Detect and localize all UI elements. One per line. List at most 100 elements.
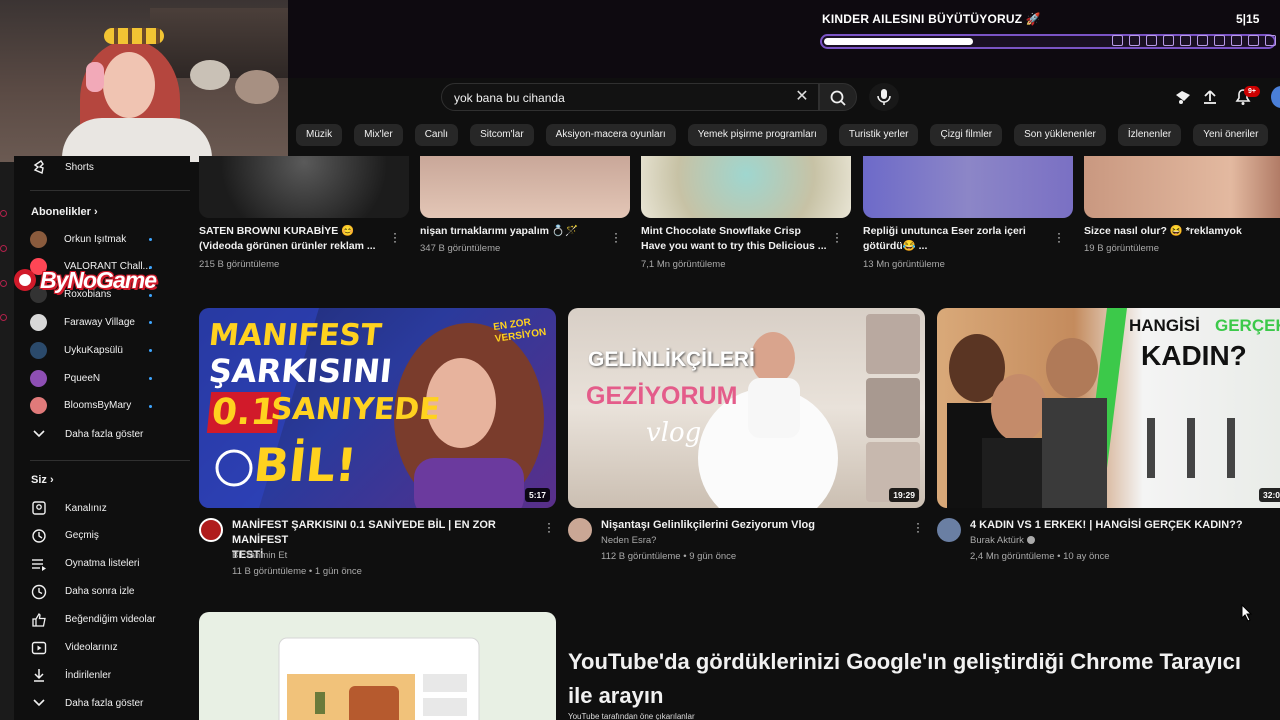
filter-chip[interactable]: Müzik: [296, 124, 343, 146]
download-icon: [30, 667, 48, 683]
sidebar-subscription[interactable]: Faraway Village: [30, 312, 135, 332]
short-thumbnail[interactable]: [420, 156, 630, 218]
sidebar-item-label: Geçmiş: [65, 530, 99, 542]
sidebar-item-shorts[interactable]: Shorts: [30, 157, 94, 177]
short-title[interactable]: Mint Chocolate Snowflake Crisp Have you w…: [641, 224, 831, 254]
search-button[interactable]: [819, 83, 857, 111]
short-title-line: nişan tırnaklarımı yapalım 💍🪄: [420, 225, 579, 237]
cast-icon[interactable]: [1172, 87, 1194, 107]
subscriptions-heading[interactable]: Abonelikler ›: [31, 206, 98, 218]
subscriptions-heading-label: Abonelikler: [31, 206, 91, 218]
thumb-text: SANIYEDE: [269, 392, 442, 427]
upload-icon[interactable]: [1199, 87, 1221, 107]
sidebar-item-thumbs-up[interactable]: Beğendiğim videolar: [30, 610, 156, 630]
sidebar-subscription[interactable]: UykuKapsülü: [30, 340, 123, 360]
filter-chip[interactable]: Mix'ler: [354, 124, 403, 146]
sidebar-item-video[interactable]: Videolarınız: [30, 638, 118, 658]
filter-chip[interactable]: İzlenenler: [1117, 124, 1182, 146]
thumb-text: GEZİYORUM: [586, 382, 738, 410]
filter-chip[interactable]: Yemek pişirme programları: [687, 124, 827, 146]
thumb-text: GERÇEK: [1215, 316, 1280, 335]
filter-chip[interactable]: Sitcom'lar: [470, 124, 534, 146]
playlist-icon: [30, 556, 48, 572]
new-content-dot: [149, 377, 152, 380]
video-title[interactable]: Nişantaşı Gelinlikçilerini Geziyorum Vlo…: [601, 518, 911, 533]
sidebar-item-download[interactable]: İndirilenler: [30, 665, 111, 685]
channel-avatar[interactable]: [199, 518, 223, 542]
you-heading[interactable]: Siz ›: [31, 474, 54, 486]
filter-chip[interactable]: Çizgi filmler: [930, 124, 1003, 146]
search-input[interactable]: yok bana bu cihanda ✕: [441, 83, 819, 111]
filter-chip[interactable]: Son yüklenenler: [1014, 124, 1106, 146]
short-views: 215 B görüntüleme: [199, 259, 280, 270]
sidebar-show-more[interactable]: Daha fazla göster: [30, 424, 143, 444]
sidebar-item-clock[interactable]: Daha sonra izle: [30, 582, 134, 602]
channel-avatar[interactable]: [568, 518, 592, 542]
channel-name[interactable]: Bil Tahmin Et: [232, 550, 287, 561]
short-thumbnail[interactable]: [199, 156, 409, 218]
promo-title[interactable]: YouTube'da gördüklerinizi Google'ın geli…: [568, 645, 1268, 713]
goal-badge-icon: [1112, 35, 1123, 46]
sidebar-item-history[interactable]: Geçmiş: [30, 526, 99, 546]
more-icon[interactable]: · · ·: [546, 517, 552, 537]
filter-chip[interactable]: Aksiyon-macera oyunları: [545, 124, 676, 146]
meta-separator: •: [1054, 551, 1064, 562]
goal-badge-icon: [1265, 35, 1276, 46]
close-icon[interactable]: ✕: [792, 87, 812, 107]
sidebar-subscription[interactable]: PqueeN: [30, 368, 100, 388]
more-icon[interactable]: · · ·: [392, 227, 398, 247]
video-thumbnail[interactable]: GELİNLİKÇİLERİ GEZİYORUM vlog 19:29: [568, 308, 925, 508]
short-title[interactable]: nişan tırnaklarımı yapalım 💍🪄: [420, 224, 610, 239]
short-views: 347 B görüntüleme: [420, 243, 501, 254]
sidebar-item-label: Shorts: [65, 161, 94, 173]
new-content-dot: [149, 349, 152, 353]
short-thumbnail[interactable]: [641, 156, 851, 218]
video-thumbnail[interactable]: HANGİSİ GERÇEK KADIN? 32:0: [937, 308, 1280, 508]
short-title[interactable]: Repliği unutunca Eser zorla içeri götürdü…: [863, 224, 1053, 254]
sidebar-item-chevron-down[interactable]: Daha fazla göster: [30, 693, 143, 713]
verified-icon: [1026, 536, 1035, 545]
short-title[interactable]: Sizce nasıl olur? 😆 *reklamyok: [1084, 224, 1274, 239]
short-title-line: SATEN BROWNI KURABİYE 😊: [199, 225, 355, 237]
sidebar-divider: [30, 190, 190, 191]
search-query[interactable]: yok bana bu cihanda: [454, 91, 565, 105]
short-title-line: Sizce nasıl olur? 😆 *reklamyok: [1084, 225, 1242, 237]
new-content-dot: [149, 321, 152, 325]
channel-name-label: Burak Aktürk: [970, 535, 1024, 546]
promo-thumbnail[interactable]: [199, 612, 556, 720]
sidebar-item-label: BloomsByMary: [64, 400, 132, 412]
thumb-text: BİL!: [251, 438, 360, 492]
short-title[interactable]: SATEN BROWNI KURABİYE 😊 (Videoda görünen …: [199, 224, 389, 254]
video-title-line: MANİFEST ŞARKISINI 0.1 SANİYEDE BİL | EN…: [232, 519, 496, 546]
channel-name[interactable]: Burak Aktürk: [970, 535, 1035, 546]
more-icon[interactable]: · · ·: [613, 227, 619, 247]
channel-name[interactable]: Neden Esra?: [601, 535, 656, 546]
more-icon[interactable]: · · ·: [834, 227, 840, 247]
channel-avatar[interactable]: [937, 518, 961, 542]
sidebar: Shorts Abonelikler › Orkun Işıtmak VALORA…: [14, 156, 190, 720]
sidebar-item-label: Oynatma listeleri: [65, 558, 140, 570]
goal-badge-icon: [1214, 35, 1225, 46]
filter-chip[interactable]: Turistik yerler: [838, 124, 919, 146]
sidebar-subscription[interactable]: BloomsByMary: [30, 396, 131, 416]
short-title-line: Have you want to try this Delicious ...: [641, 240, 827, 252]
duration-badge: 5:17: [524, 488, 550, 502]
mic-button[interactable]: [869, 83, 899, 111]
video-thumbnail[interactable]: MANIFEST ŞARKISINI 0.1 SANIYEDE BİL! EN …: [199, 308, 556, 508]
filter-chip[interactable]: Yeni öneriler: [1193, 124, 1269, 146]
goal-badge-icon: [1180, 35, 1191, 46]
filter-chip[interactable]: Canlı: [414, 124, 459, 146]
sidebar-item-playlist[interactable]: Oynatma listeleri: [30, 554, 139, 574]
short-thumbnail[interactable]: [863, 156, 1073, 218]
channel-avatar: [30, 313, 47, 331]
sidebar-item-channel[interactable]: Kanalınız: [30, 498, 107, 518]
goal-badge-icon: [1197, 35, 1208, 46]
more-icon[interactable]: · · ·: [915, 517, 921, 537]
more-icon[interactable]: · · ·: [1056, 227, 1062, 247]
sponsor-logo: ByNoGame: [10, 262, 180, 298]
video-title[interactable]: 4 KADIN VS 1 ERKEK! | HANGİSİ GERÇEK KAD…: [970, 518, 1280, 533]
sidebar-subscription[interactable]: Orkun Işıtmak: [30, 229, 126, 249]
short-title-line: Mint Chocolate Snowflake Crisp: [641, 225, 801, 237]
goal-badge-icon: [1129, 35, 1140, 46]
short-thumbnail[interactable]: [1084, 156, 1280, 218]
